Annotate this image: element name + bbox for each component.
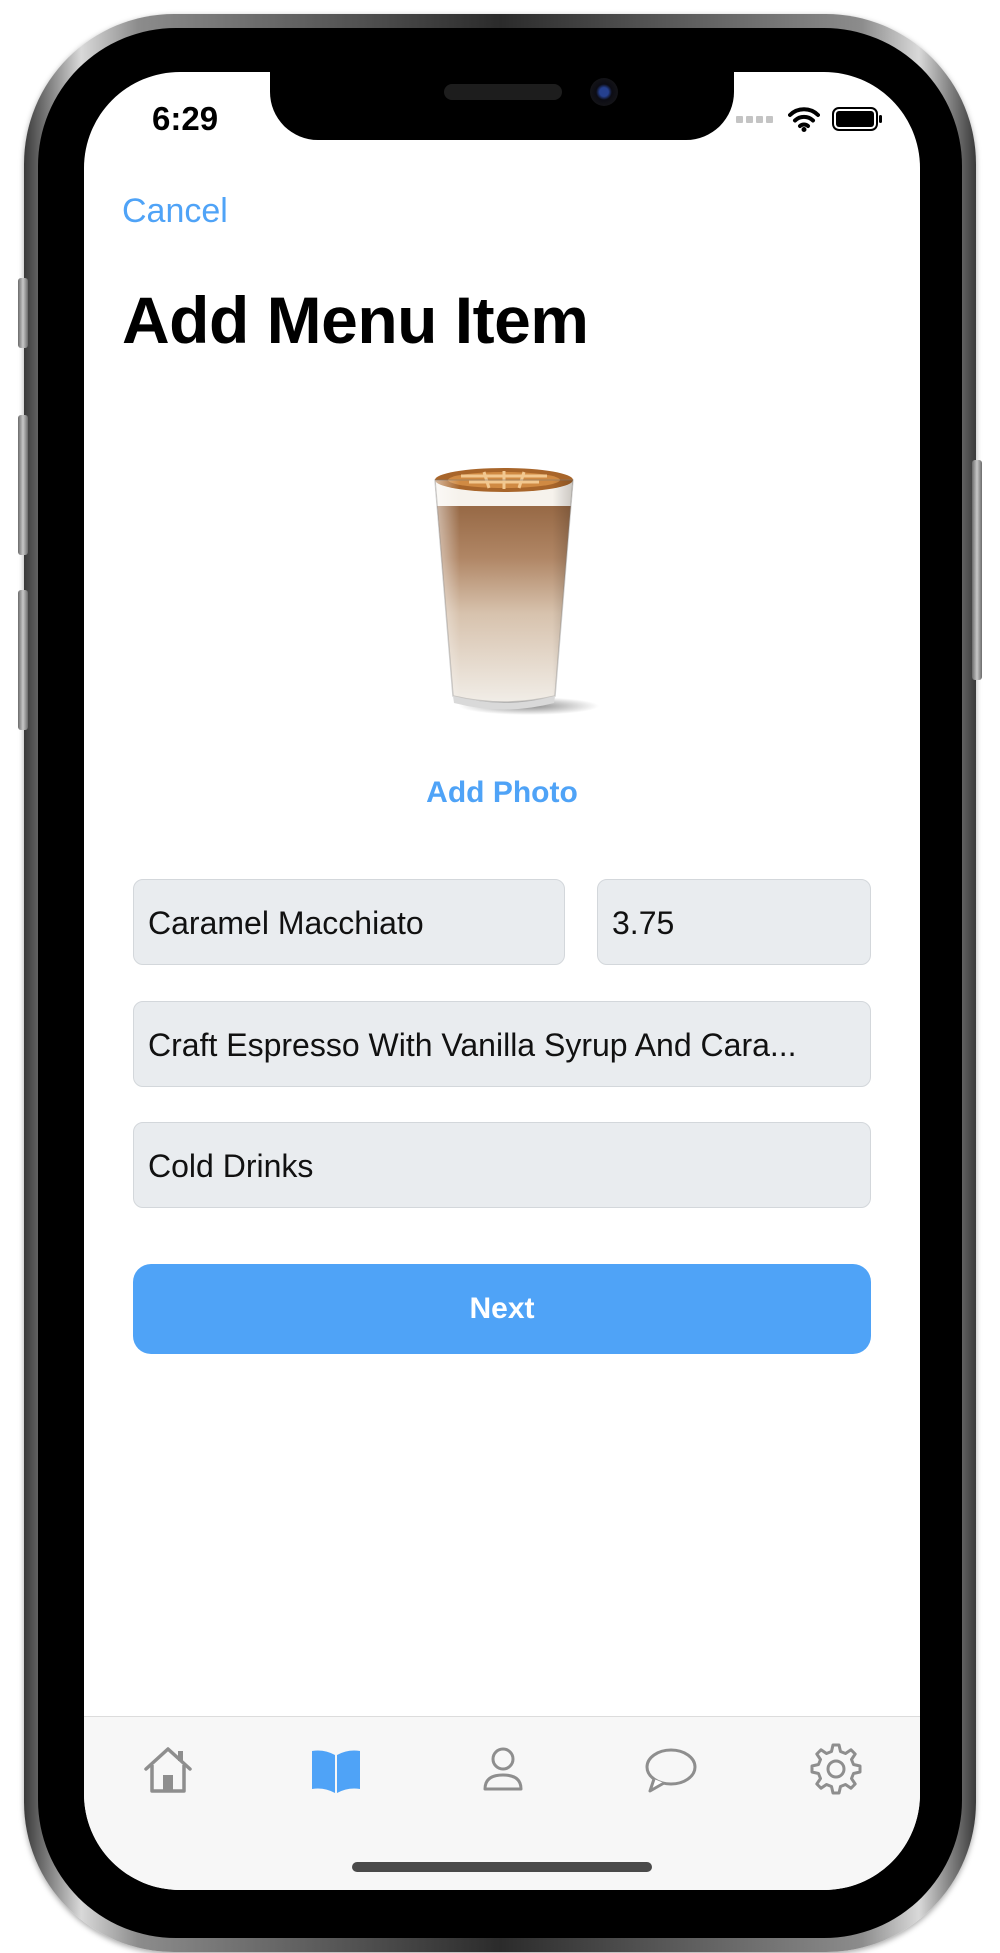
volume-up-button	[18, 415, 28, 555]
status-time: 6:29	[152, 100, 219, 137]
add-photo-button[interactable]: Add Photo	[84, 776, 920, 810]
power-button	[972, 460, 982, 680]
book-icon[interactable]	[306, 1739, 366, 1799]
notch	[270, 72, 734, 140]
caramel-macchiato-image[interactable]	[409, 458, 599, 718]
signal-icon	[736, 116, 773, 123]
chat-bubble-icon[interactable]	[640, 1739, 700, 1799]
speaker-grille	[444, 84, 562, 100]
item-name-field[interactable]: Caramel Macchiato	[133, 879, 565, 965]
status-icons	[736, 106, 884, 132]
gear-icon[interactable]	[806, 1739, 866, 1799]
next-button[interactable]: Next	[133, 1264, 871, 1354]
app-screen: 6:29 Cancel Add Menu Item Add Photo Cara…	[84, 72, 920, 1890]
wifi-icon	[788, 107, 820, 132]
volume-down-button	[18, 590, 28, 730]
item-price-field[interactable]: 3.75	[597, 879, 871, 965]
home-indicator[interactable]	[352, 1862, 652, 1872]
front-camera	[590, 78, 618, 106]
mute-switch	[18, 278, 28, 348]
person-icon[interactable]	[473, 1739, 533, 1799]
item-category-field[interactable]: Cold Drinks	[133, 1122, 871, 1208]
page-title: Add Menu Item	[122, 283, 589, 357]
item-description-field[interactable]: Craft Espresso With Vanilla Syrup And Ca…	[133, 1001, 871, 1087]
cancel-button[interactable]: Cancel	[122, 192, 228, 231]
home-icon[interactable]	[138, 1739, 198, 1799]
battery-icon	[832, 107, 882, 131]
